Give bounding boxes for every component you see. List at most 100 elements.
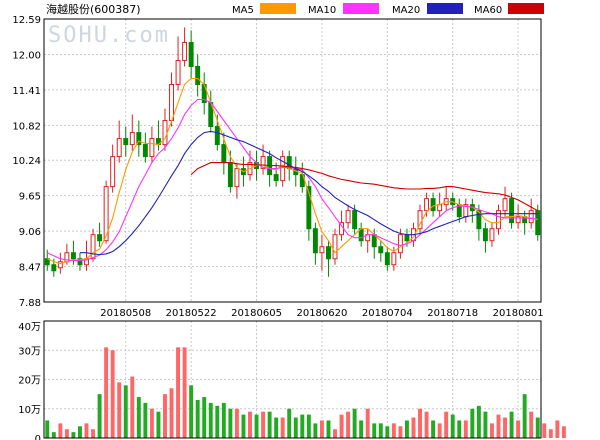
candle-body <box>97 234 103 242</box>
candle-body <box>326 246 331 260</box>
volume-bar <box>248 411 252 438</box>
volume-bar <box>535 417 540 438</box>
candle-body <box>345 210 351 224</box>
volume-bar <box>110 350 115 438</box>
price-tick-label: 8.47 <box>19 263 41 274</box>
volume-bar <box>189 385 194 438</box>
ma-legend: MA5 MA10 MA20 MA60 <box>232 3 544 16</box>
volume-bar <box>215 405 220 438</box>
volume-bar <box>561 426 566 438</box>
volume-bar <box>365 408 370 438</box>
volume-bar <box>496 414 501 438</box>
legend-swatch-ma10 <box>343 3 379 14</box>
candle-body <box>227 162 233 188</box>
volume-bar <box>58 423 63 438</box>
volume-bar <box>208 402 213 438</box>
candle-body <box>397 234 403 254</box>
volume-bar <box>522 394 527 438</box>
volume-bar <box>261 411 266 438</box>
stock-title: 海越股份(600387) <box>46 2 141 16</box>
volume-bar <box>149 408 154 438</box>
volume-bar <box>300 414 305 438</box>
volume-bar <box>71 432 76 438</box>
ma5-line <box>47 77 538 265</box>
volume-bar <box>542 423 547 438</box>
candle-body <box>129 132 135 146</box>
volume-bar <box>130 376 135 438</box>
volume-bar <box>418 408 422 438</box>
candle-body <box>214 126 220 146</box>
date-tick-label: 20180605 <box>231 308 282 319</box>
volume-bars <box>45 347 566 438</box>
price-panel: SOHU.com 12.59 12.00 11.41 10.82 10.24 9.65 9.… <box>12 15 543 319</box>
volume-panel: 40万 30万 20万 10万 0 <box>18 320 566 440</box>
price-grid <box>44 19 541 302</box>
volume-bar <box>254 414 259 438</box>
volume-bar <box>398 426 403 438</box>
volume-bar <box>234 408 239 438</box>
date-tick-label: 20180620 <box>296 308 347 319</box>
candle-body <box>312 228 318 254</box>
volume-bar <box>450 414 455 438</box>
volume-tick-label: 10万 <box>18 405 41 416</box>
volume-bar <box>548 429 553 438</box>
volume-tick-label: 0 <box>35 434 41 440</box>
volume-bar <box>411 417 416 438</box>
volume-tick-label: 40万 <box>18 322 41 333</box>
volume-bar <box>333 429 337 438</box>
candle-body <box>169 83 174 122</box>
volume-bar <box>516 420 521 438</box>
volume-bar <box>483 411 488 438</box>
candle-body <box>70 252 76 260</box>
candle-body <box>149 138 155 158</box>
date-axis-labels: 20180508 20180522 20180605 20180620 20180704… <box>100 308 543 319</box>
volume-bar <box>339 414 344 438</box>
date-tick-label: 20180704 <box>362 308 413 319</box>
volume-bar <box>463 420 468 438</box>
volume-bar <box>352 408 357 438</box>
volume-bar <box>136 397 141 438</box>
volume-bar <box>91 429 96 438</box>
volume-bar <box>476 405 481 438</box>
volume-bar <box>241 414 246 438</box>
volume-bar <box>529 411 534 438</box>
price-tick-label: 12.00 <box>12 50 41 61</box>
volume-bar <box>280 417 285 438</box>
candle-body <box>221 144 227 164</box>
candle-body <box>319 246 325 254</box>
volume-bar <box>489 423 494 438</box>
date-tick-label: 20180508 <box>100 308 151 319</box>
candle-body <box>142 144 148 158</box>
legend-label-ma20: MA20 <box>392 5 420 16</box>
volume-bar <box>64 429 69 438</box>
candle-body <box>188 41 194 67</box>
volume-bar <box>444 411 449 438</box>
candle-body <box>90 234 96 260</box>
volume-bar <box>143 402 148 438</box>
price-tick-label: 12.59 <box>12 15 41 26</box>
volume-bar <box>306 414 311 438</box>
candle-body <box>123 138 129 146</box>
stock-kline-chart: 海越股份(600387) MA5 MA10 MA20 MA60 SOHU.com… <box>12 2 566 440</box>
volume-bar <box>78 426 82 438</box>
volume-bar <box>378 423 383 438</box>
candle-body <box>234 168 240 188</box>
volume-bar <box>169 388 174 438</box>
candle-body <box>509 198 515 224</box>
candle-body <box>430 198 436 212</box>
candle-body <box>332 234 338 260</box>
candle-body <box>110 156 116 188</box>
volume-bar <box>182 347 187 438</box>
price-tick-label: 10.82 <box>12 121 41 132</box>
volume-bar <box>555 420 560 438</box>
volume-bar <box>228 408 233 438</box>
volume-bar <box>437 423 442 438</box>
candle-body <box>404 234 410 242</box>
volume-bar <box>391 423 396 438</box>
price-tick-label: 9.06 <box>19 227 41 238</box>
volume-tick-label: 30万 <box>18 346 41 357</box>
volume-bar <box>221 402 226 438</box>
candle-body <box>195 65 201 85</box>
volume-bar <box>509 411 514 438</box>
volume-bar <box>84 423 89 438</box>
